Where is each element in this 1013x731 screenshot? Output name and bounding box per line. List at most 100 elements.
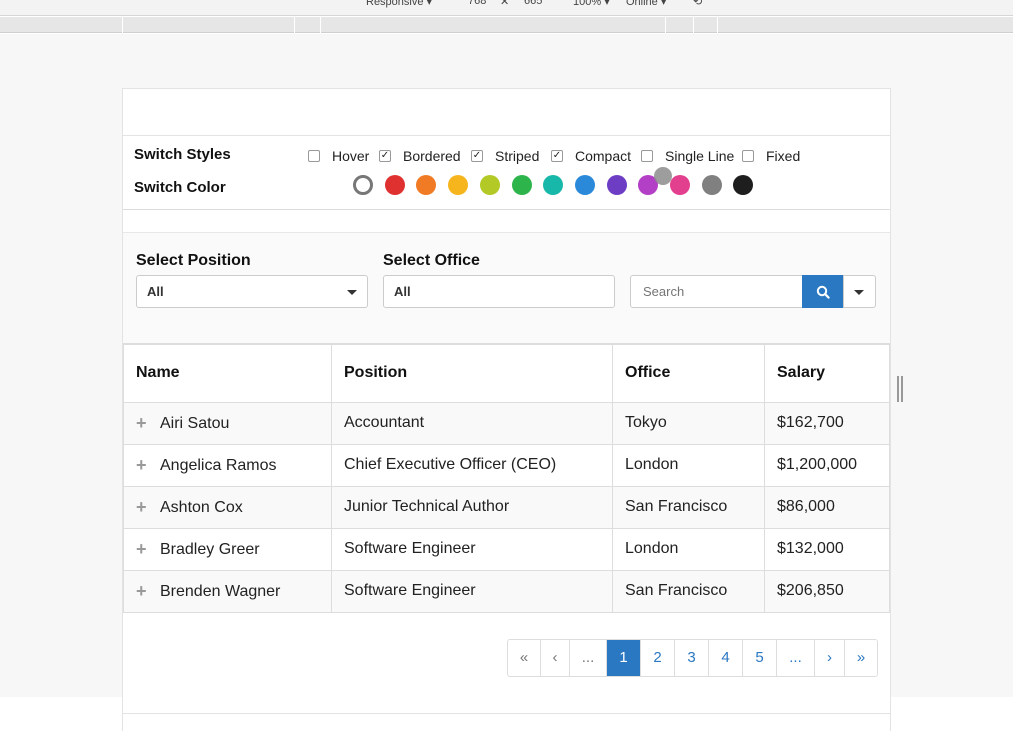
emulation-stage: Switch Styles Switch Color Hover ✓ Borde… xyxy=(0,34,1013,731)
table-row[interactable]: + Brenden Wagner Software Engineer San Fr… xyxy=(123,569,890,613)
salary-cell: $1,200,000 xyxy=(764,443,890,487)
expand-plus-icon[interactable]: + xyxy=(136,539,150,560)
striped-checkbox[interactable]: ✓ xyxy=(471,150,483,162)
office-cell: London xyxy=(612,443,765,487)
option-compact[interactable]: ✓ Compact xyxy=(551,148,631,164)
column-header-name[interactable]: Name xyxy=(123,343,332,403)
color-swatch[interactable] xyxy=(733,175,753,195)
select-position-label: Select Position xyxy=(136,252,251,269)
table-header-row: Name Position Office Salary xyxy=(123,343,890,403)
table-row[interactable]: + Airi Satou Accountant Tokyo $162,700 xyxy=(123,401,890,445)
viewport-resize-handle[interactable] xyxy=(897,376,903,402)
viewport-width[interactable]: 768 xyxy=(468,0,486,7)
search-button[interactable] xyxy=(802,275,843,308)
expand-plus-icon[interactable]: + xyxy=(136,497,150,518)
page-next-button[interactable]: › xyxy=(815,640,845,676)
pointer-cursor-icon xyxy=(654,167,672,185)
color-swatch[interactable] xyxy=(702,175,722,195)
color-swatch[interactable] xyxy=(385,175,405,195)
hover-checkbox[interactable] xyxy=(308,150,320,162)
office-select[interactable]: All xyxy=(383,275,615,308)
salary-cell: $132,000 xyxy=(764,527,890,571)
rotate-icon[interactable]: ⟲ xyxy=(693,0,702,8)
expand-plus-icon[interactable]: + xyxy=(136,413,150,434)
ruler-segment[interactable] xyxy=(294,17,320,33)
color-swatch[interactable] xyxy=(416,175,436,195)
ruler-segment[interactable] xyxy=(122,17,294,33)
option-hover[interactable]: Hover xyxy=(308,148,369,164)
ruler-segment[interactable] xyxy=(665,17,693,33)
color-swatch[interactable] xyxy=(575,175,595,195)
table-row[interactable]: + Ashton Cox Junior Technical Author San … xyxy=(123,485,890,529)
bordered-checkbox[interactable]: ✓ xyxy=(379,150,391,162)
search-options-toggle[interactable] xyxy=(843,275,876,308)
name-text: Brenden Wagner xyxy=(160,582,281,600)
search-input[interactable] xyxy=(630,275,803,308)
column-header-salary[interactable]: Salary xyxy=(764,343,890,403)
position-select[interactable]: All xyxy=(136,275,368,308)
name-cell: + Angelica Ramos xyxy=(123,443,332,487)
single-line-checkbox[interactable] xyxy=(641,150,653,162)
option-striped[interactable]: ✓ Striped xyxy=(471,148,539,164)
office-cell: London xyxy=(612,527,765,571)
column-header-office[interactable]: Office xyxy=(612,343,765,403)
color-swatch[interactable] xyxy=(512,175,532,195)
zoom-select[interactable]: 100% ▾ xyxy=(573,0,610,8)
table-row[interactable]: + Angelica Ramos Chief Executive Officer … xyxy=(123,443,890,487)
option-label: Bordered xyxy=(403,148,461,164)
option-bordered[interactable]: ✓ Bordered xyxy=(379,148,461,164)
page-5-button[interactable]: 5 xyxy=(743,640,777,676)
viewport-height[interactable]: 665 xyxy=(524,0,542,7)
name-cell: + Airi Satou xyxy=(123,401,332,445)
chevron-down-icon xyxy=(854,290,864,295)
filter-bar: Select Position All Select Office All xyxy=(123,232,890,344)
name-text: Bradley Greer xyxy=(160,540,260,558)
salary-cell: $206,850 xyxy=(764,569,890,613)
ruler-segment[interactable] xyxy=(717,17,891,33)
page-ellipsis-left[interactable]: ... xyxy=(570,640,607,676)
option-single-line[interactable]: Single Line xyxy=(641,148,734,164)
position-cell: Software Engineer xyxy=(331,527,613,571)
pagination: « ‹ ... 1 2 3 4 5 ... › » xyxy=(507,639,878,677)
switch-styles-label: Switch Styles xyxy=(134,146,231,163)
page-2-button[interactable]: 2 xyxy=(641,640,675,676)
page-1-button[interactable]: 1 xyxy=(607,640,641,676)
page-ellipsis-right[interactable]: ... xyxy=(777,640,815,676)
network-select[interactable]: Online ▾ xyxy=(626,0,666,8)
column-header-position[interactable]: Position xyxy=(331,343,613,403)
page-header-band xyxy=(123,88,890,136)
color-swatch[interactable] xyxy=(543,175,563,195)
color-swatch[interactable] xyxy=(353,175,373,195)
compact-checkbox[interactable]: ✓ xyxy=(551,150,563,162)
option-fixed[interactable]: Fixed xyxy=(742,148,800,164)
salary-cell: $162,700 xyxy=(764,401,890,445)
ruler-segment[interactable] xyxy=(320,17,346,33)
expand-plus-icon[interactable]: + xyxy=(136,455,150,476)
device-select[interactable]: Responsive ▾ xyxy=(366,0,432,8)
page-3-button[interactable]: 3 xyxy=(675,640,709,676)
name-cell: + Brenden Wagner xyxy=(123,569,332,613)
media-query-ruler[interactable] xyxy=(0,17,1013,33)
devtools-toolbar: Responsive ▾ 768 ✕ 665 100% ▾ Online ▾ ⟲ xyxy=(0,0,1013,16)
position-cell: Software Engineer xyxy=(331,569,613,613)
position-select-value: All xyxy=(147,284,164,299)
color-swatch[interactable] xyxy=(607,175,627,195)
ruler-segment[interactable] xyxy=(693,17,717,33)
salary-cell: $86,000 xyxy=(764,485,890,529)
page-first-button[interactable]: « xyxy=(508,640,541,676)
page-4-button[interactable]: 4 xyxy=(709,640,743,676)
option-label: Compact xyxy=(575,148,632,164)
page-prev-button[interactable]: ‹ xyxy=(541,640,570,676)
color-swatch[interactable] xyxy=(448,175,468,195)
name-text: Ashton Cox xyxy=(160,498,243,516)
page-last-button[interactable]: » xyxy=(845,640,877,676)
name-text: Angelica Ramos xyxy=(160,456,277,474)
color-swatch[interactable] xyxy=(480,175,500,195)
color-swatch[interactable] xyxy=(670,175,690,195)
page-viewport: Switch Styles Switch Color Hover ✓ Borde… xyxy=(122,88,891,731)
fixed-checkbox[interactable] xyxy=(742,150,754,162)
expand-plus-icon[interactable]: + xyxy=(136,581,150,602)
table-row[interactable]: + Bradley Greer Software Engineer London … xyxy=(123,527,890,571)
position-cell: Junior Technical Author xyxy=(331,485,613,529)
name-text: Airi Satou xyxy=(160,414,230,432)
